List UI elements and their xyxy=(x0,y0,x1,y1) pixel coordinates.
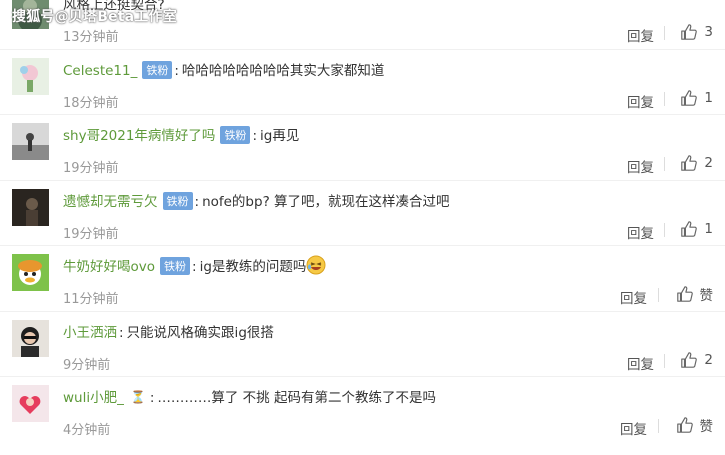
thumbs-up-icon xyxy=(676,417,693,433)
divider xyxy=(658,419,659,433)
reply-button[interactable]: 回复 xyxy=(627,156,654,176)
divider xyxy=(664,91,665,106)
comment-text: ig再见 xyxy=(260,128,300,144)
comment-list: 风格上还挺契合? 13分钟前 回复 3 Celeste11_ 铁粉: 哈哈哈哈哈哈哈… xyxy=(0,0,725,443)
reply-button[interactable]: 回复 xyxy=(620,287,647,307)
thumbs-up-icon xyxy=(681,351,698,368)
reply-button[interactable]: 回复 xyxy=(627,222,654,242)
comment-item: shy哥2021年病情好了吗 铁粉: ig再见 19分钟前 回复 2 xyxy=(0,115,725,181)
comment-text: 哈哈哈哈哈哈哈哈其实大家都知道 xyxy=(181,62,385,79)
divider xyxy=(664,222,665,237)
like-button[interactable]: 赞 xyxy=(676,284,714,304)
comment-time: 19分钟前 xyxy=(63,161,119,176)
avatar[interactable] xyxy=(12,319,49,357)
fan-badge[interactable]: 铁粉 xyxy=(162,191,193,210)
comment-line: Celeste11_ 铁粉: 哈哈哈哈哈哈哈哈其实大家都知道 xyxy=(63,60,385,79)
comment-line: 小王洒洒: 只能说风格确实跟ig很搭 xyxy=(63,324,274,341)
thumbs-up-icon xyxy=(681,89,698,106)
avatar[interactable] xyxy=(12,385,49,422)
like-count: 1 xyxy=(704,220,713,237)
reply-button[interactable]: 回复 xyxy=(627,353,654,373)
avatar[interactable] xyxy=(12,123,49,160)
laughing-emoji-icon xyxy=(306,255,326,279)
like-label: 赞 xyxy=(699,419,714,435)
comment-time: 18分钟前 xyxy=(63,95,119,111)
reply-button[interactable]: 回复 xyxy=(620,418,647,438)
like-button[interactable]: 1 xyxy=(680,219,713,239)
comment-text: nofe的bp? 算了吧，就现在这样凑合过吧 xyxy=(202,193,450,210)
like-button[interactable]: 1 xyxy=(680,88,713,108)
comment-time: 13分钟前 xyxy=(63,30,119,45)
comment-line: shy哥2021年病情好了吗 铁粉: ig再见 xyxy=(63,126,300,144)
like-count: 2 xyxy=(704,155,713,171)
username[interactable]: wuli小肥_ xyxy=(63,390,124,406)
comment-item: 遗憾却无需亏欠 铁粉: nofe的bp? 算了吧，就现在这样凑合过吧 19分钟前 回… xyxy=(0,181,725,246)
comment-item: Celeste11_ 铁粉: 哈哈哈哈哈哈哈哈其实大家都知道 18分钟前 回复 1 xyxy=(0,50,725,115)
thumbs-up-icon xyxy=(676,286,693,302)
thumbs-up-icon xyxy=(681,155,698,171)
like-count: 3 xyxy=(704,24,713,40)
comment-item: wuli小肥_ ⏳: …………算了 不挑 起码有第二个教练了不是吗 4分钟前 回复 … xyxy=(0,377,725,443)
fan-badge[interactable]: 铁粉 xyxy=(160,257,191,275)
thumbs-up-icon xyxy=(681,24,698,40)
comment-line: 遗憾却无需亏欠 铁粉: nofe的bp? 算了吧，就现在这样凑合过吧 xyxy=(63,191,450,210)
like-count: 2 xyxy=(704,351,713,368)
comment-time: 19分钟前 xyxy=(63,226,119,242)
comment-text: ig是教练的问题吗 xyxy=(199,259,307,275)
divider xyxy=(658,288,659,302)
comment-time: 4分钟前 xyxy=(63,423,111,438)
avatar[interactable] xyxy=(12,57,49,95)
thumbs-up-icon xyxy=(681,220,698,237)
username[interactable]: Celeste11_ xyxy=(63,63,137,79)
fan-badge[interactable]: 铁粉 xyxy=(142,60,173,79)
username[interactable]: 遗憾却无需亏欠 xyxy=(63,194,158,210)
comment-item: 牛奶好好喝ovo 铁粉: ig是教练的问题吗 11分钟前 回复 赞 xyxy=(0,246,725,312)
comment-line: 牛奶好好喝ovo 铁粉: ig是教练的问题吗 xyxy=(63,255,326,279)
like-button[interactable]: 3 xyxy=(680,22,713,42)
like-button[interactable]: 赞 xyxy=(676,415,714,435)
username[interactable]: 小王洒洒 xyxy=(63,325,117,341)
avatar[interactable] xyxy=(12,254,49,291)
comment-text: …………算了 不挑 起码有第二个教练了不是吗 xyxy=(157,390,436,406)
username[interactable]: 牛奶好好喝ovo xyxy=(63,259,155,275)
hourglass-icon: ⏳ xyxy=(130,390,146,404)
username[interactable]: shy哥2021年病情好了吗 xyxy=(63,128,215,144)
comment-item: 小王洒洒: 只能说风格确实跟ig很搭 9分钟前 回复 2 xyxy=(0,312,725,377)
like-label: 赞 xyxy=(699,288,714,304)
comment-line: wuli小肥_ ⏳: …………算了 不挑 起码有第二个教练了不是吗 xyxy=(63,390,436,406)
watermark: 搜狐号@贝塔Beta工作室 xyxy=(12,9,177,25)
comment-text: 只能说风格确实跟ig很搭 xyxy=(126,324,274,341)
reply-button[interactable]: 回复 xyxy=(627,25,654,45)
comment-time: 9分钟前 xyxy=(63,357,111,373)
reply-button[interactable]: 回复 xyxy=(627,91,654,111)
like-button[interactable]: 2 xyxy=(680,153,713,173)
like-button[interactable]: 2 xyxy=(680,350,713,370)
fan-badge[interactable]: 铁粉 xyxy=(220,126,251,144)
like-count: 1 xyxy=(704,89,713,106)
divider xyxy=(664,26,665,40)
comment-time: 11分钟前 xyxy=(63,292,119,307)
avatar[interactable] xyxy=(12,188,49,226)
divider xyxy=(664,157,665,171)
divider xyxy=(664,353,665,368)
